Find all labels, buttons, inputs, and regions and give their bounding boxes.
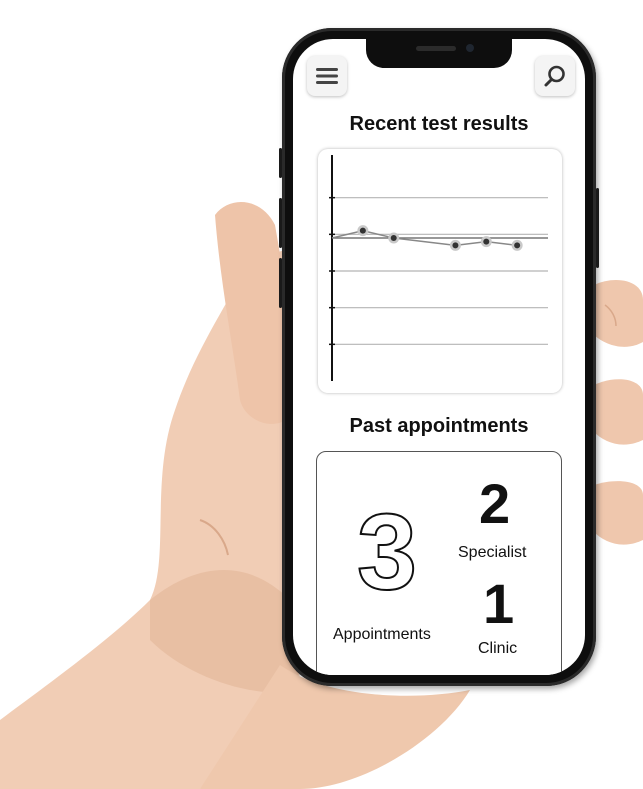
side-button <box>279 148 282 178</box>
clinic-label: Clinic <box>478 640 518 657</box>
section-title-past-appointments: Past appointments <box>349 415 529 437</box>
chart-point <box>483 238 490 245</box>
phone-screen: Recent test results Past appointments 3 … <box>293 39 585 675</box>
hamburger-menu-icon <box>316 68 338 84</box>
section-title-test-results: Recent test results <box>349 113 529 135</box>
speaker-grille <box>416 46 456 51</box>
chart-point <box>452 242 459 249</box>
notch <box>366 39 512 68</box>
specialist-count: 2 <box>479 472 511 535</box>
front-camera <box>466 44 474 52</box>
search-icon <box>544 65 565 87</box>
specialist-label: Specialist <box>458 544 527 561</box>
chart-point <box>359 227 366 234</box>
test-results-card[interactable] <box>318 149 562 393</box>
menu-button[interactable] <box>307 56 347 96</box>
volume-up-button <box>279 198 282 248</box>
test-results-chart <box>329 155 548 381</box>
chart-point <box>514 242 521 249</box>
photo-stage: Recent test results Past appointments 3 … <box>0 0 643 789</box>
past-appointments-card[interactable]: 3 Appointments 2 Specialist 1 Clinic <box>316 451 562 675</box>
total-appointments-count: 3 <box>356 491 418 612</box>
chart-point <box>390 235 397 241</box>
power-button <box>596 188 599 268</box>
volume-down-button <box>279 258 282 308</box>
search-button[interactable] <box>535 56 575 96</box>
smartphone: Recent test results Past appointments 3 … <box>279 28 599 686</box>
clinic-count: 1 <box>483 572 515 635</box>
total-appointments-label: Appointments <box>333 626 431 643</box>
